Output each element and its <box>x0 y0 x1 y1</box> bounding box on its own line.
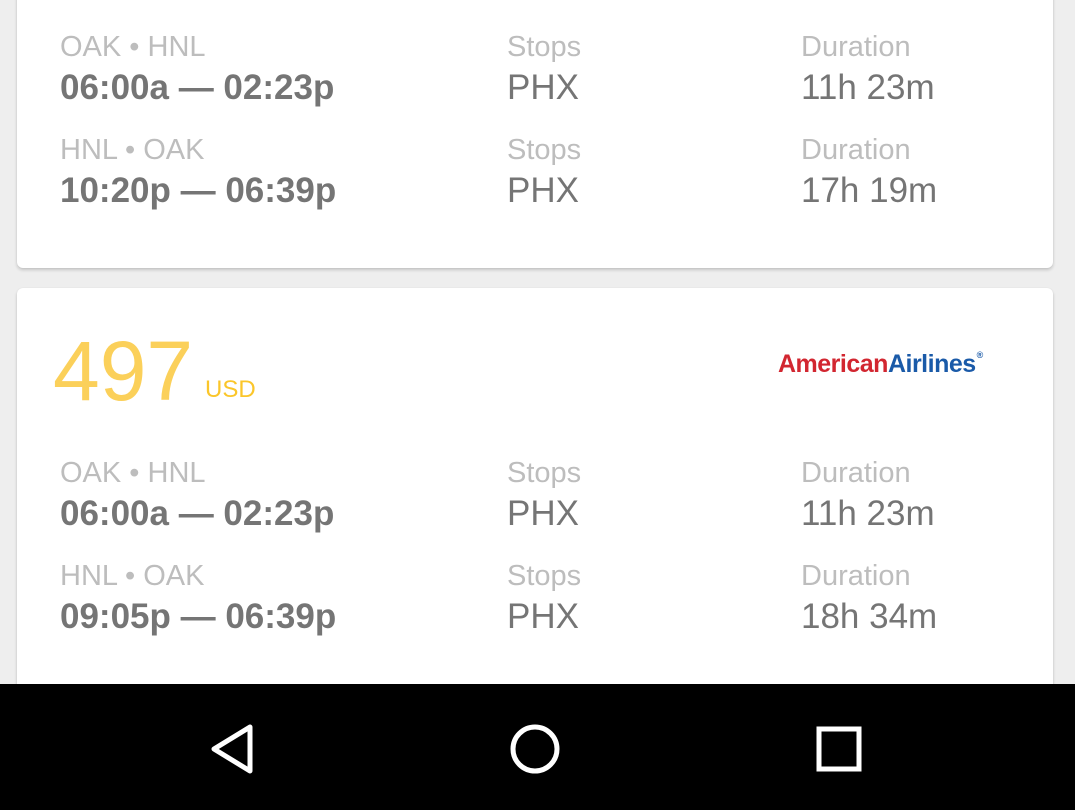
duration-label: Duration <box>801 457 911 489</box>
stops-label: Stops <box>507 560 582 592</box>
back-triangle-icon <box>211 724 253 774</box>
home-button[interactable] <box>508 722 562 776</box>
route-label: OAK • HNL <box>60 457 206 489</box>
outbound-leg: OAK • HNL 06:00a — 02:23p Stops PHX Dura… <box>17 456 1053 546</box>
stops-value: PHX <box>507 494 579 533</box>
return-leg: HNL • OAK 09:05p — 06:39p Stops PHX Dura… <box>17 559 1053 649</box>
price-currency: USD <box>205 376 256 403</box>
stops-label: Stops <box>507 31 582 63</box>
duration-value: 18h 34m <box>801 597 938 636</box>
route-label: HNL • OAK <box>60 560 205 592</box>
home-circle-icon <box>510 724 560 774</box>
flight-times: 06:00a — 02:23p <box>60 494 335 533</box>
recents-square-icon <box>816 726 862 772</box>
duration-label: Duration <box>801 134 911 166</box>
flight-result-card[interactable]: 497 USD AmericanAirlines® OAK • HNL 06:0… <box>17 288 1053 708</box>
flight-times: 10:20p — 06:39p <box>60 171 337 210</box>
stops-value: PHX <box>507 171 579 210</box>
duration-value: 17h 19m <box>801 171 938 210</box>
system-navigation-bar <box>0 684 1075 810</box>
stops-value: PHX <box>507 597 579 636</box>
duration-label: Duration <box>801 560 911 592</box>
flight-times: 06:00a — 02:23p <box>60 68 335 107</box>
flight-times: 09:05p — 06:39p <box>60 597 337 636</box>
duration-label: Duration <box>801 31 911 63</box>
recents-button[interactable] <box>812 722 866 776</box>
route-label: HNL • OAK <box>60 134 205 166</box>
duration-value: 11h 23m <box>801 494 935 533</box>
back-button[interactable] <box>206 722 260 776</box>
flight-result-card[interactable]: OAK • HNL 06:00a — 02:23p Stops PHX Dura… <box>17 0 1053 268</box>
american-airlines-logo: AmericanAirlines® <box>778 350 983 378</box>
stops-label: Stops <box>507 457 582 489</box>
return-leg: HNL • OAK 10:20p — 06:39p Stops PHX Dura… <box>17 133 1053 223</box>
outbound-leg: OAK • HNL 06:00a — 02:23p Stops PHX Dura… <box>17 30 1053 120</box>
stops-value: PHX <box>507 68 579 107</box>
route-label: OAK • HNL <box>60 31 206 63</box>
price-amount: 497 <box>53 324 194 418</box>
stops-label: Stops <box>507 134 582 166</box>
duration-value: 11h 23m <box>801 68 935 107</box>
